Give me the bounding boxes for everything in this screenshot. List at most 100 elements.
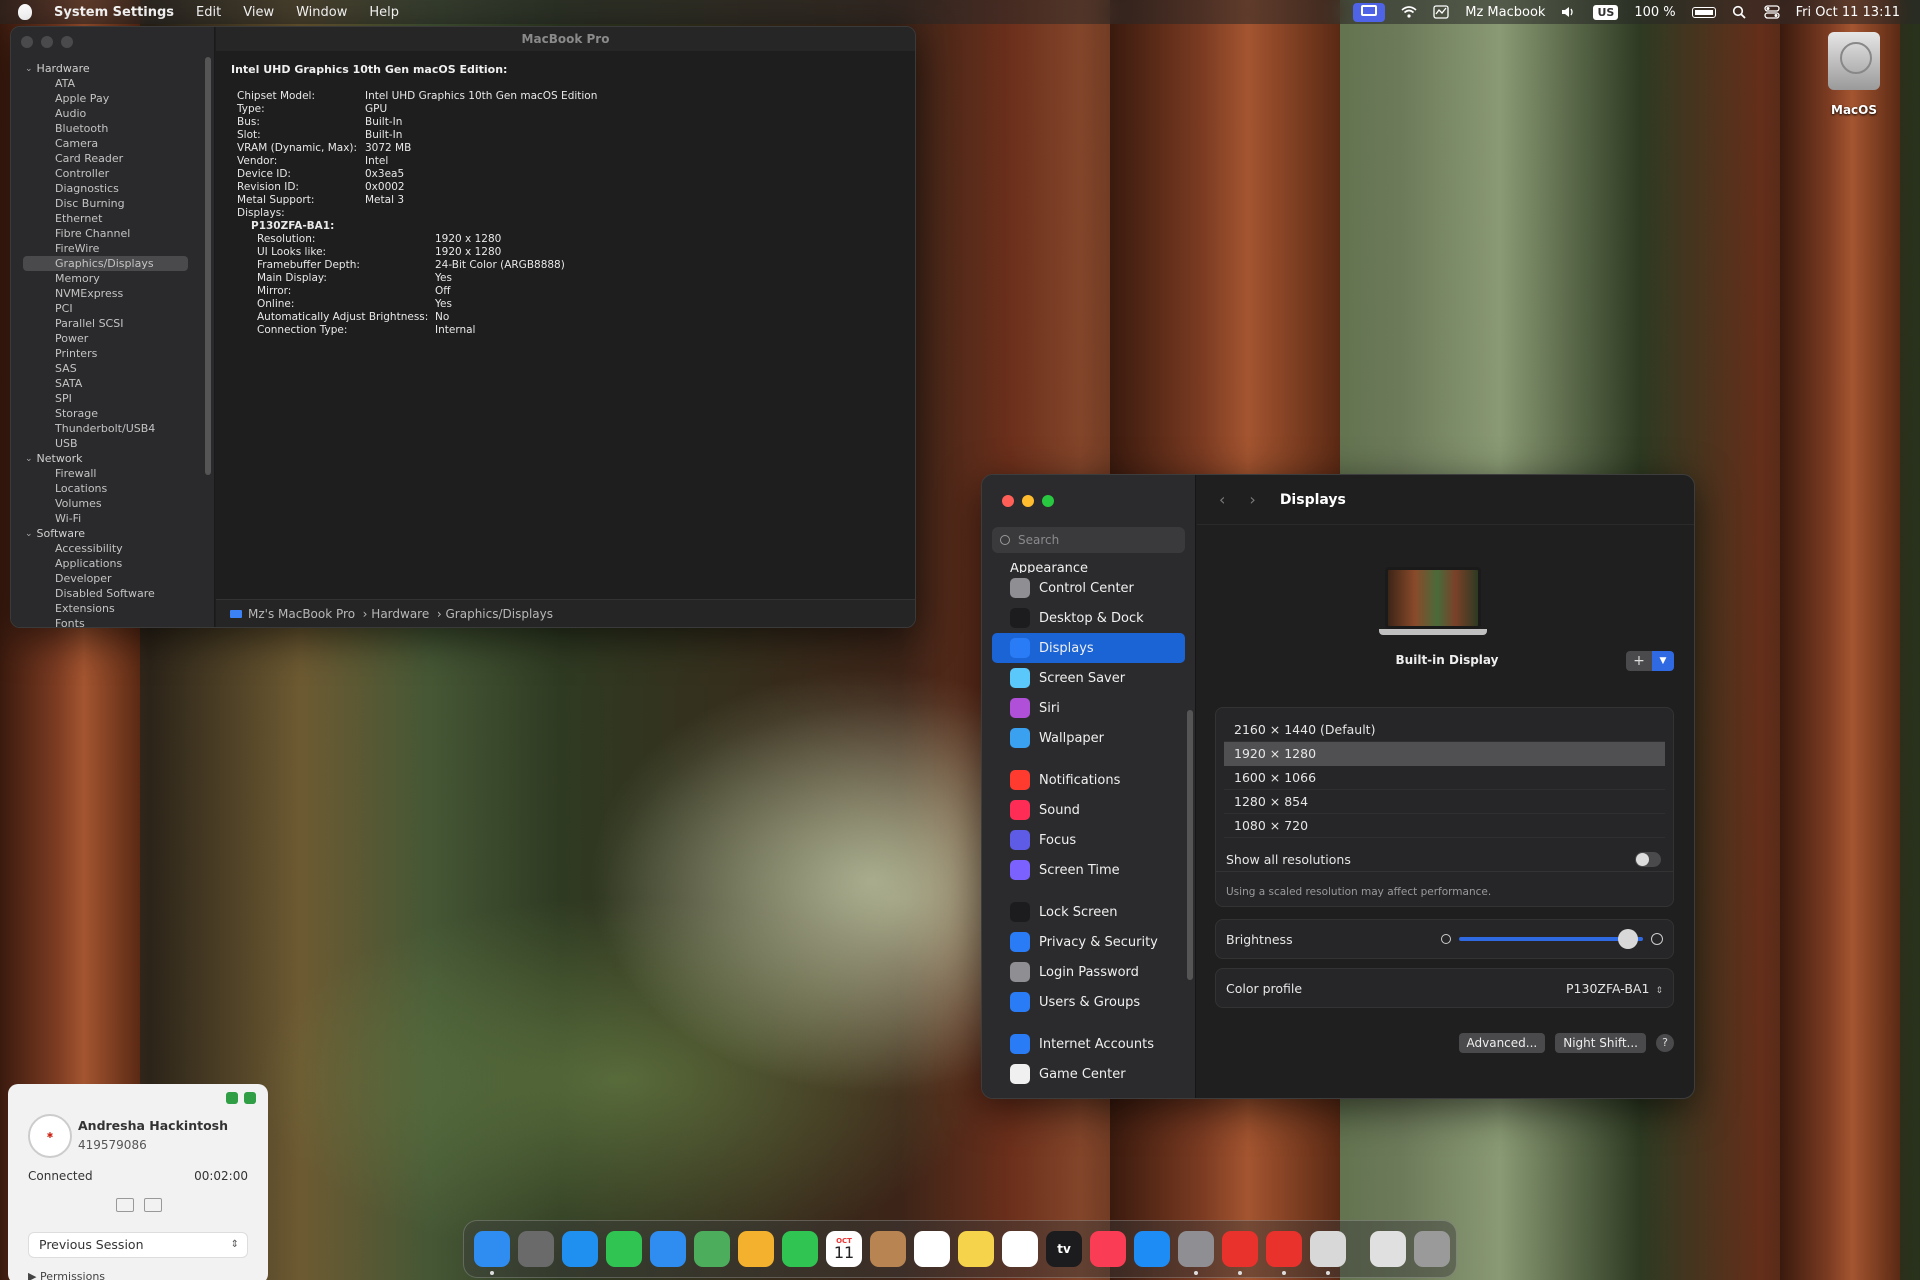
zoom-button[interactable] bbox=[1042, 495, 1054, 507]
dock-photos-icon[interactable] bbox=[738, 1231, 774, 1267]
spotlight-icon[interactable] bbox=[1732, 5, 1748, 19]
dock-system-information-icon[interactable] bbox=[1310, 1231, 1346, 1275]
tree-item-volumes[interactable]: Volumes bbox=[11, 496, 214, 511]
brightness-knob[interactable] bbox=[1618, 929, 1639, 949]
menu-help[interactable]: Help bbox=[369, 5, 399, 20]
dock-messages-icon[interactable] bbox=[606, 1231, 642, 1267]
sidebar-item-wallpaper[interactable]: Wallpaper bbox=[992, 723, 1185, 753]
tree-item-bluetooth[interactable]: Bluetooth bbox=[11, 121, 214, 136]
tree-item-firewire[interactable]: FireWire bbox=[11, 241, 214, 256]
dock-contacts-icon[interactable] bbox=[870, 1231, 906, 1267]
tree-item-fonts[interactable]: Fonts bbox=[11, 616, 214, 627]
app-menu[interactable]: System Settings bbox=[54, 5, 174, 20]
color-profile-select[interactable]: P130ZFA-BA1 ⇕ bbox=[1566, 981, 1663, 996]
sidebar-item-desktop-dock[interactable]: Desktop & Dock bbox=[992, 603, 1185, 633]
tree-item-storage[interactable]: Storage bbox=[11, 406, 214, 421]
tree-item-disabled-software[interactable]: Disabled Software bbox=[11, 586, 214, 601]
control-center-icon[interactable] bbox=[1763, 5, 1780, 19]
tree-item-applications[interactable]: Applications bbox=[11, 556, 214, 571]
tree-item-fibre-channel[interactable]: Fibre Channel bbox=[11, 226, 214, 241]
dock-calendar-icon[interactable]: OCT 11 bbox=[826, 1231, 862, 1267]
dock-app-store-icon[interactable] bbox=[1134, 1231, 1170, 1267]
dock-mail-icon[interactable] bbox=[650, 1231, 686, 1267]
tree-item-sata[interactable]: SATA bbox=[11, 376, 214, 391]
chat-icon[interactable] bbox=[244, 1092, 256, 1104]
tree-item-ata[interactable]: ATA bbox=[11, 76, 214, 91]
tree-item-usb[interactable]: USB bbox=[11, 436, 214, 451]
sidebar-item-sound[interactable]: Sound bbox=[992, 795, 1185, 825]
input-source[interactable]: US bbox=[1593, 4, 1619, 20]
menu-view[interactable]: View bbox=[243, 5, 274, 20]
forward-chevron-icon[interactable]: › bbox=[1249, 490, 1255, 509]
dock-launchpad-icon[interactable] bbox=[518, 1231, 554, 1267]
tree-item-controller[interactable]: Controller bbox=[11, 166, 214, 181]
apple-menu-icon[interactable] bbox=[18, 4, 32, 20]
dock-finder-icon[interactable] bbox=[474, 1231, 510, 1275]
tree-item-developer[interactable]: Developer bbox=[11, 571, 214, 586]
resolution-option[interactable]: 1600 × 1066 bbox=[1224, 766, 1665, 790]
tree-item-thunderbolt-usb4[interactable]: Thunderbolt/USB4 bbox=[11, 421, 214, 436]
tree-group-network[interactable]: ⌄ Network bbox=[11, 451, 214, 466]
dock-notes-icon[interactable] bbox=[958, 1231, 994, 1267]
breadcrumb-hardware[interactable]: Hardware bbox=[371, 607, 429, 621]
screen-sharing-icon[interactable] bbox=[1353, 2, 1386, 22]
sidebar-item-appearance[interactable]: Appearance bbox=[992, 563, 1185, 573]
dock-safari-icon[interactable] bbox=[562, 1231, 598, 1267]
sidebar-item-siri[interactable]: Siri bbox=[992, 693, 1185, 723]
dock-trash-icon[interactable] bbox=[1414, 1231, 1450, 1267]
tree-item-sas[interactable]: SAS bbox=[11, 361, 214, 376]
advanced-button[interactable]: Advanced... bbox=[1458, 1033, 1546, 1053]
sidebar-item-screen-saver[interactable]: Screen Saver bbox=[992, 663, 1185, 693]
dock-freeform-icon[interactable] bbox=[1002, 1231, 1038, 1267]
menu-edit[interactable]: Edit bbox=[196, 5, 221, 20]
sidebar-item-game-center[interactable]: Game Center bbox=[992, 1059, 1185, 1089]
tree-item-pci[interactable]: PCI bbox=[11, 301, 214, 316]
sidebar-item-control-center[interactable]: Control Center bbox=[992, 573, 1185, 603]
sidebar-item-displays[interactable]: Displays bbox=[992, 633, 1185, 663]
zoom-button[interactable] bbox=[61, 36, 73, 48]
night-shift-button[interactable]: Night Shift... bbox=[1555, 1033, 1646, 1053]
sidebar-item-screen-time[interactable]: Screen Time bbox=[992, 855, 1185, 885]
battery-icon[interactable] bbox=[1691, 6, 1716, 18]
resolution-option[interactable]: 1080 × 720 bbox=[1224, 814, 1665, 838]
tree-item-parallel-scsi[interactable]: Parallel SCSI bbox=[11, 316, 214, 331]
breadcrumb-graphics[interactable]: Graphics/Displays bbox=[445, 607, 553, 621]
tree-item-ethernet[interactable]: Ethernet bbox=[11, 211, 214, 226]
tree-item-accessibility[interactable]: Accessibility bbox=[11, 541, 214, 556]
tree-item-printers[interactable]: Printers bbox=[11, 346, 214, 361]
resolution-option[interactable]: 1280 × 854 bbox=[1224, 790, 1665, 814]
tree-item-firewall[interactable]: Firewall bbox=[11, 466, 214, 481]
dock-anydesk-icon[interactable] bbox=[1222, 1231, 1258, 1275]
wifi-icon[interactable] bbox=[1401, 5, 1417, 19]
dock-maps-icon[interactable] bbox=[694, 1231, 730, 1267]
disk-label[interactable]: MacOS bbox=[1806, 103, 1902, 117]
resolution-option[interactable]: 1920 × 1280 bbox=[1224, 742, 1665, 766]
tree-item-nvmexpress[interactable]: NVMExpress bbox=[11, 286, 214, 301]
tree-item-camera[interactable]: Camera bbox=[11, 136, 214, 151]
file-transfer-icon[interactable] bbox=[116, 1198, 134, 1212]
tree-item-locations[interactable]: Locations bbox=[11, 481, 214, 496]
tree-item-apple-pay[interactable]: Apple Pay bbox=[11, 91, 214, 106]
dock-reminders-icon[interactable] bbox=[914, 1231, 950, 1267]
sidebar-scrollbar[interactable] bbox=[1187, 710, 1193, 980]
brightness-slider[interactable] bbox=[1441, 929, 1663, 949]
tree-item-wi-fi[interactable]: Wi-Fi bbox=[11, 511, 214, 526]
back-chevron-icon[interactable]: ‹ bbox=[1219, 490, 1225, 509]
tree-item-graphics-displays[interactable]: Graphics/Displays bbox=[23, 256, 188, 271]
permissions-disclosure[interactable]: ▶ Permissions bbox=[28, 1270, 105, 1280]
sidebar-item-login-password[interactable]: Login Password bbox=[992, 957, 1185, 987]
tree-group-software[interactable]: ⌄ Software bbox=[11, 526, 214, 541]
tree-group-hardware[interactable]: ⌄ Hardware bbox=[11, 61, 214, 76]
brightness-track[interactable] bbox=[1459, 929, 1643, 949]
sidebar-item-internet-accounts[interactable]: Internet Accounts bbox=[992, 1029, 1185, 1059]
minimize-button[interactable] bbox=[1022, 495, 1034, 507]
tree-item-memory[interactable]: Memory bbox=[11, 271, 214, 286]
computer-name[interactable]: Mz Macbook bbox=[1465, 5, 1545, 20]
dock-system-settings-icon[interactable] bbox=[1178, 1231, 1214, 1275]
tree-item-power[interactable]: Power bbox=[11, 331, 214, 346]
sidebar-item-privacy-security[interactable]: Privacy & Security bbox=[992, 927, 1185, 957]
close-button[interactable] bbox=[1002, 495, 1014, 507]
tree-item-extensions[interactable]: Extensions bbox=[11, 601, 214, 616]
sidebar-item-notifications[interactable]: Notifications bbox=[992, 765, 1185, 795]
add-display-button[interactable]: + ▼ bbox=[1626, 651, 1674, 671]
